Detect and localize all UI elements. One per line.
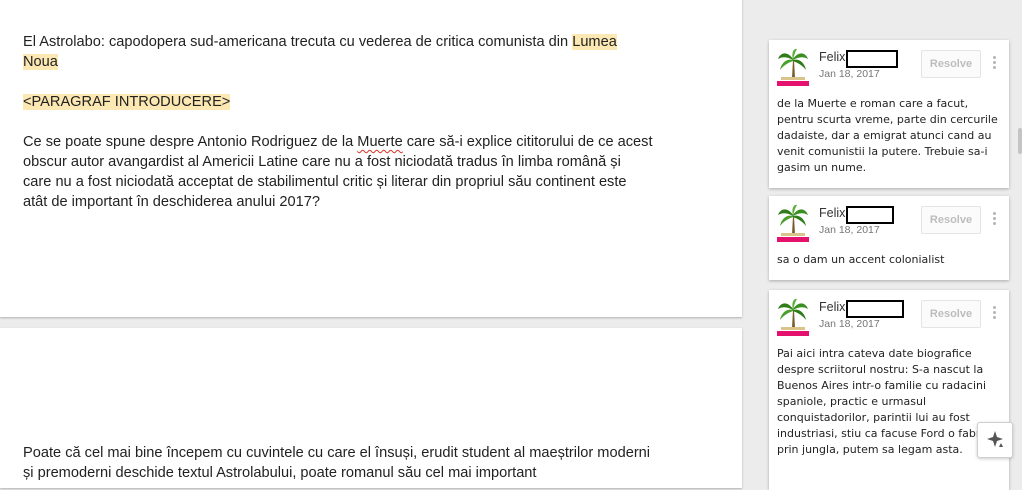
comment-header: Felix Jan 18, 2017 Resolve xyxy=(777,204,1001,248)
placeholder-line[interactable]: <PARAGRAF INTRODUCERE> xyxy=(23,92,653,112)
explore-button[interactable] xyxy=(977,422,1013,458)
comment-card[interactable]: Felix Jan 18, 2017 Resolve sa o dam un a… xyxy=(769,196,1009,280)
redacted-name xyxy=(846,300,905,318)
comment-header: Felix Jan 18, 2017 Resolve xyxy=(777,48,1001,92)
comment-text: sa o dam un accent colonialist xyxy=(777,253,945,266)
palm-tree-avatar-icon xyxy=(777,204,809,242)
document-area: El Astrolabo: capodopera sud-americana t… xyxy=(0,0,746,488)
document-page-2[interactable]: Poate că cel mai bine începem cu cuvinte… xyxy=(0,328,742,488)
comment-header: Felix Jan 18, 2017 Resolve xyxy=(777,298,1001,342)
palm-tree-avatar-icon xyxy=(777,48,809,86)
comment-date: Jan 18, 2017 xyxy=(819,68,880,80)
para-text-before: Ce se poate spune despre Antonio Rodrigu… xyxy=(23,134,358,150)
comment-author: Felix xyxy=(819,50,899,68)
redacted-name xyxy=(846,206,895,224)
document-title-line[interactable]: El Astrolabo: capodopera sud-americana t… xyxy=(23,32,653,72)
more-vertical-icon[interactable] xyxy=(993,306,997,321)
comment-author: Felix xyxy=(819,206,895,224)
comment-text: Pai aici intra cateva date biografice de… xyxy=(777,347,997,456)
body-paragraph-1[interactable]: Ce se poate spune despre Antonio Rodrigu… xyxy=(23,132,653,212)
more-vertical-icon[interactable] xyxy=(993,212,997,227)
more-vertical-icon[interactable] xyxy=(993,56,997,71)
resolve-button[interactable]: Resolve xyxy=(921,206,981,234)
comment-card[interactable]: Felix Jan 18, 2017 Resolve de la Muerte … xyxy=(769,40,1009,188)
comment-date: Jan 18, 2017 xyxy=(819,318,880,330)
comments-sidebar: Felix Jan 18, 2017 Resolve de la Muerte … xyxy=(746,0,1022,490)
comment-date: Jan 18, 2017 xyxy=(819,224,880,236)
title-text: El Astrolabo: capodopera sud-americana t… xyxy=(23,34,573,50)
comment-text: de la Muerte e roman care a facut, pentr… xyxy=(777,97,998,174)
commented-placeholder[interactable]: <PARAGRAF INTRODUCERE> xyxy=(23,94,231,110)
comment-author: Felix xyxy=(819,300,905,318)
misspelled-word[interactable]: Muerte xyxy=(357,134,402,150)
document-page-1[interactable]: El Astrolabo: capodopera sud-americana t… xyxy=(0,0,742,317)
redacted-name xyxy=(846,50,899,68)
explore-icon xyxy=(987,431,1003,447)
comments-scrollbar[interactable] xyxy=(1018,128,1022,154)
resolve-button[interactable]: Resolve xyxy=(921,50,981,78)
body-paragraph-2[interactable]: Poate că cel mai bine începem cu cuvinte… xyxy=(23,443,653,483)
resolve-button[interactable]: Resolve xyxy=(921,300,981,328)
palm-tree-avatar-icon xyxy=(777,298,809,336)
comment-card[interactable]: Felix Jan 18, 2017 Resolve Pai aici intr… xyxy=(769,290,1009,490)
